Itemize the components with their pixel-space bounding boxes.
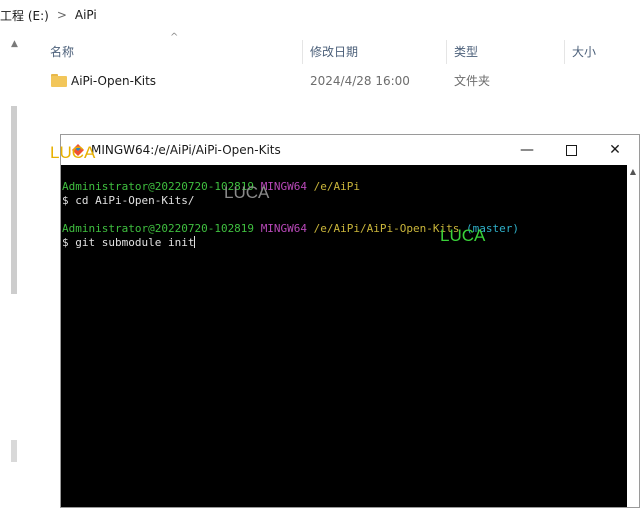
prompt-line: Administrator@20220720-102819 MINGW64 /e… <box>62 180 627 194</box>
column-modified[interactable]: 修改日期 <box>310 38 358 66</box>
watermark: LUCA <box>440 226 486 245</box>
scroll-up-icon[interactable]: ▲ <box>11 38 18 50</box>
command-line: $ cd AiPi-Open-Kits/ <box>62 194 195 207</box>
prompt-path: /e/AiPi <box>313 180 361 193</box>
column-type[interactable]: 类型 <box>454 38 478 66</box>
terminal-window[interactable]: MINGW64:/e/AiPi/AiPi-Open-Kits — ✕ Admin… <box>60 134 640 508</box>
file-name: AiPi-Open-Kits <box>71 74 157 88</box>
window-title: MINGW64:/e/AiPi/AiPi-Open-Kits <box>91 143 281 157</box>
prompt-path: /e/AiPi/AiPi-Open-Kits <box>313 222 460 235</box>
list-item[interactable]: AiPi-Open-Kits 2024/4/28 16:00 文件夹 <box>40 70 640 92</box>
minimize-button[interactable]: — <box>505 135 549 165</box>
text-cursor <box>194 236 196 248</box>
terminal-scrollbar[interactable]: ▲ <box>627 165 639 507</box>
column-divider[interactable] <box>446 40 447 64</box>
command-line[interactable]: $ git submodule init <box>62 236 627 250</box>
close-button[interactable]: ✕ <box>593 135 637 165</box>
column-headers: ^ 名称 修改日期 类型 大小 <box>40 32 640 66</box>
scroll-thumb-bottom[interactable] <box>11 440 17 462</box>
prompt-line: Administrator@20220720-102819 MINGW64 /e… <box>62 222 627 236</box>
command-text: $ git submodule init <box>62 236 195 249</box>
watermark: LUCA <box>224 183 270 202</box>
title-bar[interactable]: MINGW64:/e/AiPi/AiPi-Open-Kits — ✕ <box>61 135 639 165</box>
scroll-up-icon[interactable]: ▲ <box>627 167 639 176</box>
prompt-user: Administrator@20220720-102819 <box>62 222 255 235</box>
breadcrumb-folder[interactable]: AiPi <box>75 8 97 22</box>
file-type: 文件夹 <box>454 74 491 88</box>
maximize-button[interactable] <box>549 135 593 165</box>
breadcrumb-drive[interactable]: 工程 (E:) <box>0 7 49 24</box>
file-modified: 2024/4/28 16:00 <box>310 74 410 88</box>
column-name[interactable]: 名称 <box>50 38 74 66</box>
folder-icon <box>51 74 67 87</box>
chevron-right-icon: > <box>56 8 67 22</box>
scroll-thumb[interactable] <box>11 106 17 294</box>
column-divider[interactable] <box>564 40 565 64</box>
breadcrumb: 工程 (E:) > AiPi <box>0 0 640 30</box>
navigation-scrollbar[interactable]: ▲ <box>11 38 18 508</box>
column-divider[interactable] <box>302 40 303 64</box>
terminal-screen[interactable]: Administrator@20220720-102819 MINGW64 /e… <box>61 165 627 507</box>
watermark: LUCA <box>50 143 96 162</box>
sort-ascending-icon: ^ <box>170 32 179 43</box>
prompt-env: MINGW64 <box>260 222 308 235</box>
column-size[interactable]: 大小 <box>572 38 596 66</box>
maximize-icon <box>565 144 577 156</box>
